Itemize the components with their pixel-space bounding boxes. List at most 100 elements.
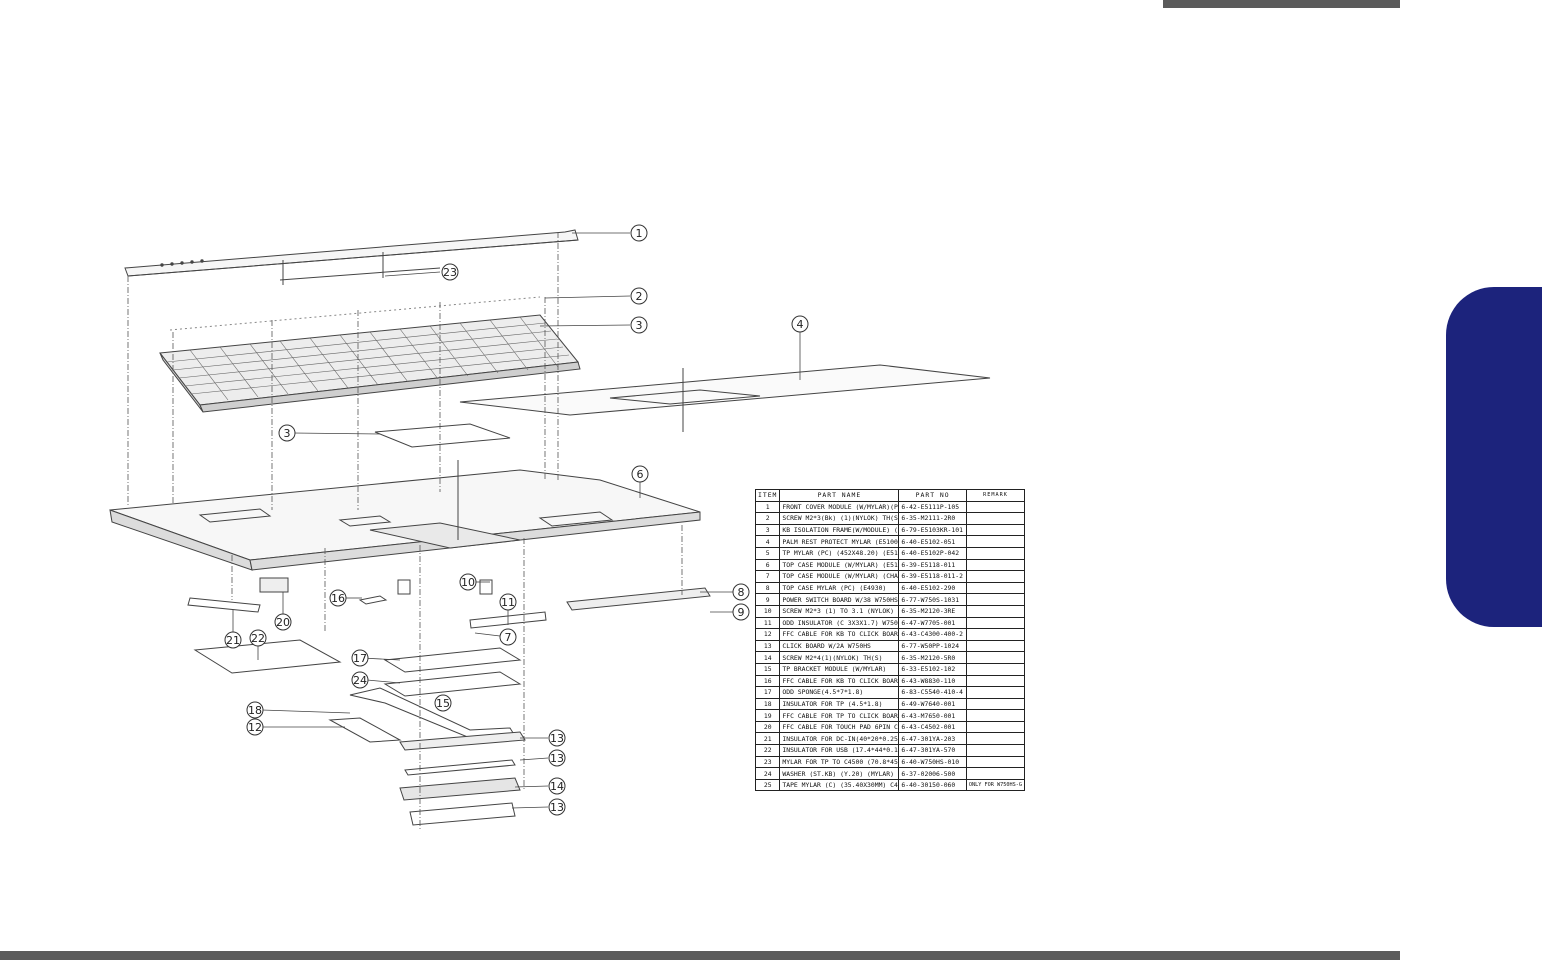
cell-part-name: TOP CASE MODULE (W/MYLAR) (E5100) [779, 558, 900, 572]
header-item: ITEM [754, 489, 781, 502]
part-insulator-20 [259, 577, 289, 593]
table-header-row: ITEM PART NAME PART NO REMARK [754, 489, 1026, 502]
part-odd-sponge-17 [383, 647, 522, 673]
table-row: 16FFC CABLE FOR KB TO CLICK BOARD W750SU… [754, 674, 1026, 688]
cell-remark [965, 767, 1026, 780]
callout-6: 6 [631, 465, 649, 483]
part-sponge-16 [358, 595, 388, 605]
table-row: 1FRONT COVER MODULE (W/MYLAR)(PW) (E4930… [754, 500, 1026, 514]
cell-part-no: 6-39-E5118-011-2 [898, 570, 967, 583]
cell-remark [965, 500, 1026, 514]
table-row: 22 INSULATOR FOR USB (17.4*44*0.175) 6-47-… [754, 744, 1026, 757]
cell-remark [965, 628, 1026, 641]
table-row: 6 TOP CASE MODULE (W/MYLAR) (E5100) 6-39-E… [754, 558, 1026, 572]
cell-part-no: 6-77-W750S-1031 [898, 593, 967, 606]
cell-part-name: TP MYLAR (PC) (452X48.20) (E5100) [779, 546, 900, 560]
table-row: 23 MYLAR FOR TP TO C4500 (70.8*45) 6-40-W7… [754, 755, 1026, 769]
cell-remark [965, 604, 1026, 618]
cell-remark [965, 558, 1026, 572]
cell-part-name: FFC CABLE FOR KB TO CLICK BOARD W750SU [779, 674, 900, 688]
cell-remark [965, 570, 1026, 583]
svg-text:3: 3 [284, 427, 291, 440]
cell-part-name: SCREW M2*3(Bk) (1)(NYLOK) TH(S) [779, 512, 900, 525]
cell-remark [965, 674, 1026, 688]
svg-text:12: 12 [248, 721, 262, 734]
cell-part-no: 6-40-E5102P-042 [898, 546, 967, 560]
callout-22: 22 [249, 629, 267, 647]
callout-13-b: 13 [548, 749, 566, 767]
part-ffc-cable-15 [349, 687, 516, 739]
cell-remark: ONLY FOR W750HS-G [965, 778, 1026, 792]
svg-text:1: 1 [636, 227, 643, 240]
cell-part-name: POWER SWITCH BOARD W/38 W750HS [779, 593, 900, 606]
cell-item: 18 [754, 697, 781, 711]
cell-part-no: 6-43-C4502-001 [898, 720, 967, 734]
table-row: 18 INSULATOR FOR TP (4.5*1.8) 6-49-W7640-0… [754, 697, 1026, 711]
part-front-cover [124, 229, 579, 277]
cell-remark [965, 720, 1026, 734]
cell-remark [965, 755, 1026, 769]
cell-part-name: INSULATOR FOR TP (4.5*1.8) [779, 697, 900, 711]
callout-14: 14 [548, 777, 566, 795]
callout-23-top: 23 [441, 263, 459, 281]
cell-part-name: SCREW M2*4(1)(NYLOK) TH(S) [779, 651, 900, 664]
cell-part-name: MYLAR FOR TP TO C4500 (70.8*45) [779, 755, 900, 769]
callout-15: 15 [434, 694, 452, 712]
cell-item: 2 [754, 512, 781, 525]
cell-item: 23 [754, 755, 781, 769]
part-bracket-lower [409, 802, 516, 826]
callout-16: 16 [329, 589, 347, 607]
svg-text:10: 10 [461, 576, 475, 589]
cell-item: 17 [754, 686, 781, 699]
svg-text:2: 2 [636, 290, 643, 303]
cell-item: 5 [754, 546, 781, 560]
table-row: 5 TP MYLAR (PC) (452X48.20) (E5100) 6-40-E… [754, 546, 1026, 560]
svg-text:3: 3 [636, 319, 643, 332]
cell-part-no: 6-40-E5102-290 [898, 581, 967, 595]
cell-part-name: CLICK BOARD W/2A W750HS [779, 639, 900, 653]
table-row: 21 INSULATOR FOR DC-IN(40*20*0.25) 6-47-30… [754, 732, 1026, 746]
table-row: 3KB ISOLATION FRAME(W/MODULE) (E5100)6-7… [754, 523, 1026, 537]
cell-part-name: FFC CABLE FOR TP TO CLICK BOARD FOR W750… [779, 709, 900, 722]
svg-text:18: 18 [248, 704, 262, 717]
callout-3-left: 3 [278, 424, 296, 442]
table-row: 25 TAPE MYLAR (C) (35.40X30MM) C4500 6-40-… [754, 778, 1026, 792]
callout-3: 3 [630, 316, 648, 334]
table-row: 7TOP CASE MODULE (W/MYLAR) (CHAR) (E5100… [754, 570, 1026, 583]
callout-11: 11 [499, 593, 517, 611]
part-insulator-22 [193, 639, 342, 674]
svg-text:13: 13 [550, 752, 564, 765]
cell-item: 25 [754, 778, 781, 792]
cell-remark [965, 662, 1026, 676]
cell-part-name: FFC CABLE FOR TOUCH PAD 6PIN C4500 [779, 720, 900, 734]
cell-part-name: TP BRACKET MODULE (W/MYLAR) [779, 662, 900, 676]
part-ffc-cable-12 [328, 717, 402, 743]
cell-item: 16 [754, 674, 781, 688]
table-row: 24 WASHER (ST.KB) (Y.20) (MYLAR) 6-37-0200… [754, 767, 1026, 780]
cell-part-name: PALM REST PROTECT MYLAR (E5100) [779, 535, 900, 548]
cell-part-no: 6-49-W7640-001 [898, 697, 967, 711]
callout-13-c: 13 [548, 798, 566, 816]
cell-part-no: 6-33-E5102-102 [898, 662, 967, 676]
cell-part-name: FRONT COVER MODULE (W/MYLAR)(PW) (E4930) [779, 500, 900, 514]
callout-7: 7 [499, 628, 517, 646]
cell-remark [965, 639, 1026, 653]
table-row: 15 TP BRACKET MODULE (W/MYLAR) 6-33-E5102-… [754, 662, 1026, 676]
cell-part-no: 6-77-W50PP-1024 [898, 639, 967, 653]
part-top-case [109, 469, 701, 571]
cell-remark [965, 546, 1026, 560]
cell-remark [965, 709, 1026, 722]
callout-10: 10 [459, 573, 477, 591]
svg-text:8: 8 [738, 586, 745, 599]
header-part-no: PART NO [898, 489, 967, 502]
svg-text:23: 23 [443, 266, 457, 279]
cell-part-no: 6-43-M7650-001 [898, 709, 967, 722]
table-row: 9 POWER SWITCH BOARD W/38 W750HS 6-77-W750… [754, 593, 1026, 606]
table-row: 20FFC CABLE FOR TOUCH PAD 6PIN C45006-43… [754, 720, 1026, 734]
svg-text:9: 9 [738, 606, 745, 619]
cell-part-no: 6-40-30150-060 [898, 778, 967, 792]
cell-item: 8 [754, 581, 781, 595]
cell-item: 13 [754, 639, 781, 653]
cell-remark [965, 593, 1026, 606]
cell-part-no: 6-83-C5540-410-4 [898, 686, 967, 699]
